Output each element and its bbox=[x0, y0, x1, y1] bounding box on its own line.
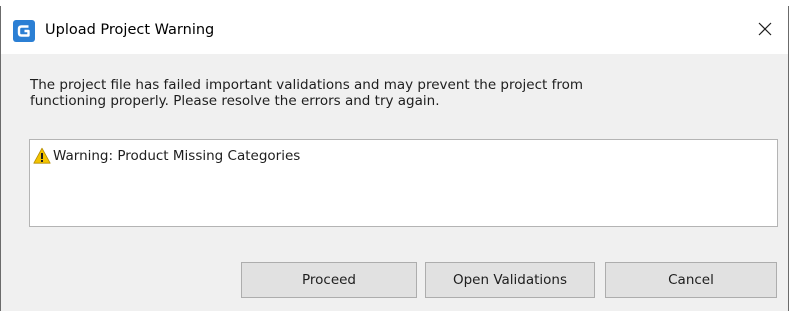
app-logo-icon bbox=[13, 20, 35, 42]
warning-triangle-icon bbox=[33, 147, 51, 165]
validation-list[interactable]: Warning: Product Missing Categories bbox=[29, 139, 778, 227]
proceed-button[interactable]: Proceed bbox=[241, 262, 417, 298]
close-icon bbox=[758, 21, 772, 40]
list-item[interactable]: Warning: Product Missing Categories bbox=[33, 146, 300, 166]
window-title: Upload Project Warning bbox=[45, 22, 215, 38]
message-line: The project file has failed important va… bbox=[30, 77, 583, 93]
cancel-button[interactable]: Cancel bbox=[605, 262, 777, 298]
warning-message: The project file has failed important va… bbox=[30, 77, 770, 109]
open-validations-button[interactable]: Open Validations bbox=[425, 262, 595, 298]
message-line: functioning properly. Please resolve the… bbox=[30, 93, 440, 109]
warning-text: Warning: Product Missing Categories bbox=[53, 148, 301, 164]
title-bar: Upload Project Warning bbox=[1, 6, 788, 54]
upload-warning-dialog: Upload Project Warning The project file … bbox=[0, 6, 789, 311]
close-button[interactable] bbox=[746, 10, 784, 50]
